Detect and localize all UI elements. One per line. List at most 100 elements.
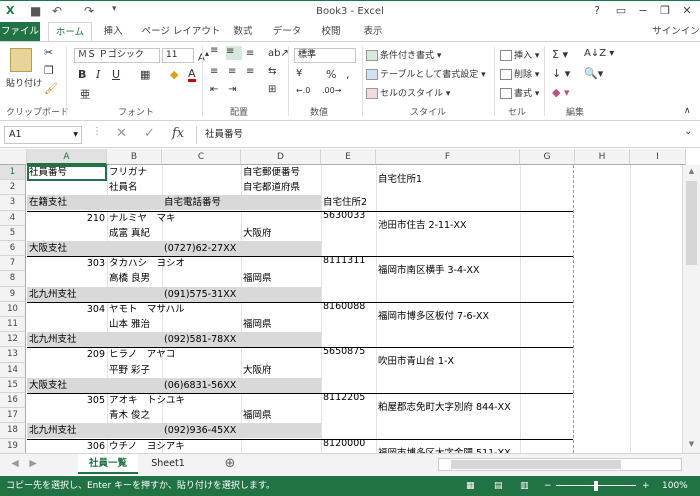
formula-input[interactable]: 社員番号 (196, 126, 696, 144)
tab-data[interactable]: データ (268, 22, 306, 42)
cell-furigana[interactable]: ヤモト マサハル (109, 302, 185, 317)
phonetic-icon[interactable]: 亜 (80, 86, 90, 101)
col-header-g[interactable]: G (520, 149, 575, 165)
cell-employee-id[interactable]: 210 (29, 211, 105, 226)
page-layout-view-icon[interactable]: ▤ (494, 476, 503, 496)
row-header-19[interactable]: 19 (0, 438, 26, 453)
increase-decimal-icon[interactable]: ←.0 (296, 86, 310, 95)
select-all-corner[interactable] (0, 149, 27, 165)
orientation-icon[interactable]: ab↗ (268, 48, 289, 59)
sign-in-link[interactable]: サインイン (652, 22, 700, 42)
row-header-15[interactable]: 15 (0, 377, 26, 393)
cell-a3[interactable]: 在籍支社 (29, 195, 67, 210)
align-middle-icon[interactable]: ≡ (226, 46, 242, 60)
merge-center-icon[interactable]: ⊞ (268, 84, 276, 95)
vertical-scrollbar[interactable]: ▲ ▼ (682, 165, 700, 453)
delete-cells-button[interactable]: 削除 ▾ (500, 67, 539, 80)
cell-furigana[interactable]: タカハシ ヨシオ (109, 256, 185, 271)
cell-branch[interactable]: 北九州支社 (29, 332, 77, 347)
insert-cells-button[interactable]: 挿入 ▾ (500, 48, 539, 61)
cell-phone[interactable]: (091)575-31XX (164, 287, 236, 302)
cell-prefecture[interactable]: 大阪府 (243, 226, 272, 241)
cell-f1[interactable]: 自宅住所1 (378, 172, 422, 187)
align-bottom-icon[interactable]: ≡ (246, 48, 254, 59)
new-sheet-icon[interactable]: ⊕ (220, 454, 240, 474)
tab-home[interactable]: ホーム (48, 22, 92, 43)
fill-color-icon[interactable]: ◆ (170, 68, 178, 81)
cell-postal-code[interactable]: 8160088 (323, 299, 365, 314)
minimize-button[interactable]: − (632, 3, 654, 19)
restore-button[interactable]: ❐ (654, 3, 676, 19)
tab-formulas[interactable]: 数式 (226, 22, 260, 42)
cell-prefecture[interactable]: 福岡県 (243, 271, 272, 286)
wrap-text-icon[interactable]: ⇆ (268, 66, 276, 77)
cell-employee-id[interactable]: 305 (29, 393, 105, 408)
font-color-icon[interactable]: A (188, 68, 196, 82)
sheet-tab-sheet1[interactable]: Sheet1 (142, 454, 194, 474)
prev-sheet-icon[interactable]: ◀ (8, 454, 22, 474)
cell-postal-code[interactable]: 5630033 (323, 208, 365, 223)
hscroll-thumb[interactable] (451, 460, 621, 469)
row-header-9[interactable]: 9 (0, 286, 26, 302)
copy-icon[interactable]: ❐ (44, 64, 54, 77)
cell-b1[interactable]: フリガナ (109, 165, 147, 180)
cell-furigana[interactable]: アオキ トシユキ (109, 393, 185, 408)
conditional-format-button[interactable]: 条件付き書式 ▾ (366, 48, 441, 61)
underline-button[interactable]: U (112, 68, 120, 81)
sheet-tab-employees[interactable]: 社員一覧 (78, 454, 138, 474)
cell-phone[interactable]: (06)6831-56XX (164, 378, 236, 393)
row-header-13[interactable]: 13 (0, 347, 26, 363)
scroll-up-icon[interactable]: ▲ (683, 167, 700, 175)
row-header-14[interactable]: 14 (0, 362, 26, 378)
col-header-f[interactable]: F (376, 149, 520, 165)
row-header-16[interactable]: 16 (0, 393, 26, 409)
col-header-h[interactable]: H (575, 149, 630, 165)
grow-font-icon[interactable]: A▴ (198, 48, 209, 63)
cell-phone[interactable]: (092)581-78XX (164, 332, 236, 347)
row-header-3[interactable]: 3 (0, 195, 26, 211)
cell-employee-name[interactable]: 平野 彩子 (109, 363, 150, 378)
cell-postal-code[interactable]: 8111311 (323, 253, 365, 268)
cell-prefecture[interactable]: 福岡県 (243, 317, 272, 332)
tab-page-layout[interactable]: ページ レイアウト (140, 22, 222, 42)
cell-address[interactable]: 福岡市南区横手 3-4-XX (378, 263, 479, 278)
align-right-icon[interactable]: ≡ (246, 66, 254, 77)
autosum-icon[interactable]: Σ ▾ (552, 48, 568, 61)
sort-filter-icon[interactable]: A↓Z ▾ (584, 48, 614, 59)
paste-button[interactable]: 貼り付け (6, 76, 42, 89)
row-header-4[interactable]: 4 (0, 210, 26, 226)
cell-phone[interactable]: (092)936-45XX (164, 423, 236, 438)
cell-address[interactable]: 福岡市博多区大字金隈 511-XX (378, 446, 511, 453)
font-name-select[interactable]: ＭＳ Ｐゴシック (74, 48, 160, 63)
tab-review[interactable]: 校閲 (314, 22, 348, 42)
tab-view[interactable]: 表示 (356, 22, 390, 42)
row-header-6[interactable]: 6 (0, 241, 26, 257)
cell-furigana[interactable]: ナルミヤ マキ (109, 211, 176, 226)
page-break-view-icon[interactable]: ▥ (520, 476, 529, 496)
align-top-icon[interactable]: ≡ (210, 46, 218, 56)
format-painter-icon[interactable]: 🖌 (44, 82, 58, 95)
align-left-icon[interactable]: ≡ (210, 66, 218, 77)
cell-phone[interactable]: (0727)62-27XX (164, 241, 236, 256)
cell-employee-name[interactable]: 山本 雅治 (109, 317, 150, 332)
cell-employee-name[interactable]: 青木 俊之 (109, 408, 150, 423)
cell-styles-button[interactable]: セルのスタイル ▾ (366, 86, 450, 99)
cell-d1[interactable]: 自宅郵便番号 (243, 165, 300, 180)
tab-file[interactable]: ファイル (0, 22, 40, 42)
cell-b2[interactable]: 社員名 (109, 180, 138, 195)
zoom-out-icon[interactable]: − (544, 476, 552, 496)
cell-employee-id[interactable]: 306 (29, 439, 105, 453)
cell-furigana[interactable]: ヒラノ アヤコ (109, 347, 175, 362)
cell-branch[interactable]: 北九州支社 (29, 287, 77, 302)
cell-d2[interactable]: 自宅都道府県 (243, 180, 300, 195)
row-header-18[interactable]: 18 (0, 423, 26, 439)
italic-button[interactable]: I (96, 68, 100, 81)
font-size-select[interactable]: 11 (162, 48, 194, 63)
row-header-1[interactable]: 1 (0, 165, 26, 181)
tab-insert[interactable]: 挿入 (96, 22, 130, 42)
row-header-7[interactable]: 7 (0, 256, 26, 272)
format-cells-button[interactable]: 書式 ▾ (500, 86, 539, 99)
cell-furigana[interactable]: ウチノ ヨシアキ (109, 439, 185, 453)
cell-branch[interactable]: 大阪支社 (29, 241, 67, 256)
col-header-c[interactable]: C (162, 149, 241, 165)
